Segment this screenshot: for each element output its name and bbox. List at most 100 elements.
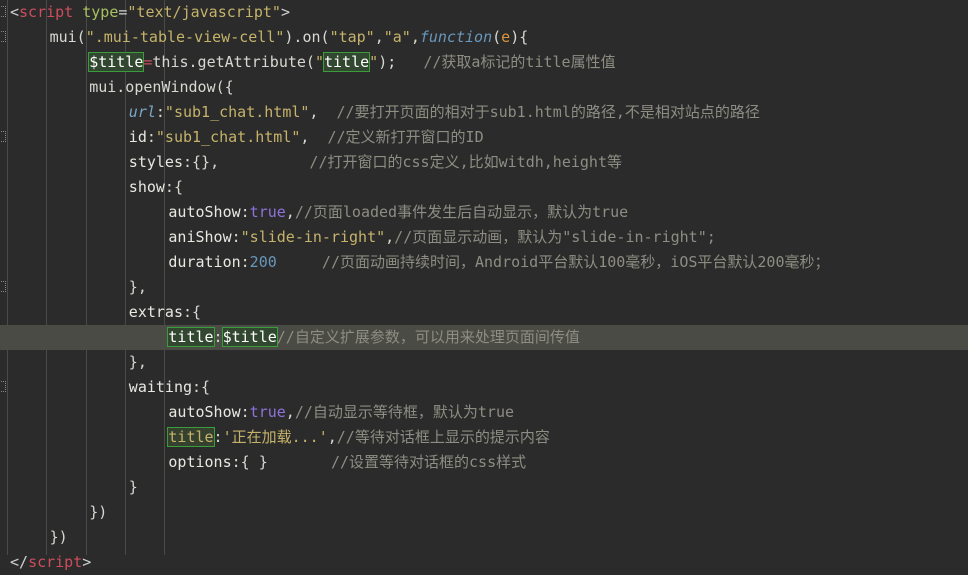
code-token: :	[240, 203, 250, 221]
code-token: this.getAttribute(	[152, 53, 315, 71]
code-token: >	[82, 553, 92, 571]
code-token: (	[492, 28, 502, 46]
code-token: ,	[285, 203, 295, 221]
code-line[interactable]: }	[0, 475, 968, 500]
code-token: :	[213, 428, 223, 446]
code-line[interactable]: url:"sub1_chat.html", //要打开页面的相对于sub1.ht…	[0, 100, 968, 125]
code-line[interactable]: $title=this.getAttribute("title"); //获取a…	[0, 50, 968, 75]
code-line[interactable]: options:{ } //设置等待对话框的css样式	[0, 450, 968, 475]
code-token: styles	[128, 153, 183, 171]
code-token: :	[146, 128, 156, 146]
code-token: "text/javascript"	[127, 3, 281, 21]
code-token: :{	[192, 378, 211, 396]
code-line[interactable]: extras:{	[0, 300, 968, 325]
code-token: "a"	[383, 28, 411, 46]
code-token: id	[128, 128, 147, 146]
code-token: url	[128, 103, 156, 121]
code-token: "sub1_chat.html"	[155, 128, 301, 146]
code-token: true	[249, 203, 286, 221]
code-line[interactable]: waiting:{	[0, 375, 968, 400]
code-token: ,	[374, 28, 384, 46]
code-line[interactable]: },	[0, 275, 968, 300]
code-token: function	[419, 28, 493, 46]
code-line[interactable]: })	[0, 500, 968, 525]
code-line[interactable]: })	[0, 525, 968, 550]
search-match: title	[167, 327, 215, 347]
code-token: :	[231, 228, 241, 246]
code-line[interactable]: title:'正在加载...',//等待对话框上显示的提示内容	[0, 425, 968, 450]
code-line[interactable]: autoShow:true,//自动显示等待框，默认为true	[0, 400, 968, 425]
code-token: e	[501, 28, 511, 46]
code-token: //页面loaded事件发生后自动显示，默认为true	[294, 203, 629, 221]
code-token: extras	[128, 303, 183, 321]
code-token: //获取a标记的title属性值	[423, 53, 616, 71]
code-token: </	[10, 553, 29, 571]
code-token: options	[168, 453, 232, 471]
code-token: //自动显示等待框，默认为true	[294, 403, 515, 421]
search-match: title	[167, 427, 215, 447]
code-line[interactable]: mui(".mui-table-view-cell").on("tap","a"…	[0, 25, 968, 50]
code-token: //页面显示动画，默认为"slide-in-right";	[394, 228, 716, 246]
code-token: mui.openWindow({	[89, 78, 234, 96]
code-content[interactable]: <script type="text/javascript"> mui(".mui…	[0, 0, 968, 575]
code-token: "sub1_chat.html"	[164, 103, 310, 121]
code-editor[interactable]: <script type="text/javascript"> mui(".mui…	[0, 0, 968, 571]
code-line[interactable]: aniShow:"slide-in-right",//页面显示动画，默认为"sl…	[0, 225, 968, 250]
code-token: true	[249, 403, 286, 421]
code-token: //等待对话框上显示的提示内容	[336, 428, 550, 446]
code-token: :{	[164, 178, 183, 196]
code-token: ,	[309, 103, 337, 121]
code-token: autoShow	[168, 403, 241, 421]
code-line[interactable]: </script>	[0, 550, 968, 575]
code-token: mui(	[49, 28, 86, 46]
code-token: );	[378, 53, 397, 71]
code-token: 200	[249, 253, 277, 271]
code-token: },	[128, 278, 147, 296]
code-token: duration	[168, 253, 241, 271]
code-token: ).on(	[284, 28, 330, 46]
code-token: waiting	[128, 378, 193, 396]
code-token: "slide-in-right"	[240, 228, 386, 246]
code-line[interactable]: id:"sub1_chat.html", //定义新打开窗口的ID	[0, 125, 968, 150]
code-line[interactable]: },	[0, 350, 968, 375]
code-line[interactable]: show:{	[0, 175, 968, 200]
code-token: :{ }	[231, 453, 268, 471]
code-token: //自定义扩展参数，可以用来处理页面间传值	[276, 328, 580, 346]
code-token: :	[213, 328, 223, 346]
code-token: type	[82, 3, 119, 21]
code-token: "	[314, 53, 324, 71]
code-token: ){	[510, 28, 529, 46]
code-line[interactable]: mui.openWindow({	[0, 75, 968, 100]
code-line[interactable]: <script type="text/javascript">	[0, 0, 968, 25]
code-token: >	[280, 3, 290, 21]
code-token: //页面动画持续时间，Android平台默认100毫秒，iOS平台默认200毫秒…	[321, 253, 830, 271]
code-token: })	[89, 503, 108, 521]
search-match: $title	[221, 327, 278, 347]
code-token: show	[128, 178, 165, 196]
code-token: :{},	[182, 153, 220, 171]
code-token: "tap"	[329, 28, 375, 46]
code-token: })	[49, 528, 68, 546]
code-token: "	[369, 53, 379, 71]
code-token: <	[10, 3, 20, 21]
code-token: ,	[410, 28, 420, 46]
code-token: }	[128, 478, 138, 496]
code-token: :	[155, 103, 165, 121]
code-token: ,	[300, 128, 328, 146]
code-line[interactable]: autoShow:true,//页面loaded事件发生后自动显示，默认为tru…	[0, 200, 968, 225]
code-token: ".mui-table-view-cell"	[85, 28, 285, 46]
code-token: :	[240, 253, 250, 271]
code-line[interactable]: styles:{}, //打开窗口的css定义,比如witdh,height等	[0, 150, 968, 175]
search-match: $title	[88, 52, 145, 72]
code-line[interactable]: title:$title//自定义扩展参数，可以用来处理页面间传值	[0, 325, 968, 350]
code-token: script	[28, 553, 83, 571]
code-line[interactable]: duration:200 //页面动画持续时间，Android平台默认100毫秒…	[0, 250, 968, 275]
code-token: ,	[327, 428, 337, 446]
code-token: script	[19, 3, 74, 21]
code-token: :{	[182, 303, 202, 321]
code-token: '正在加载...'	[222, 428, 328, 446]
